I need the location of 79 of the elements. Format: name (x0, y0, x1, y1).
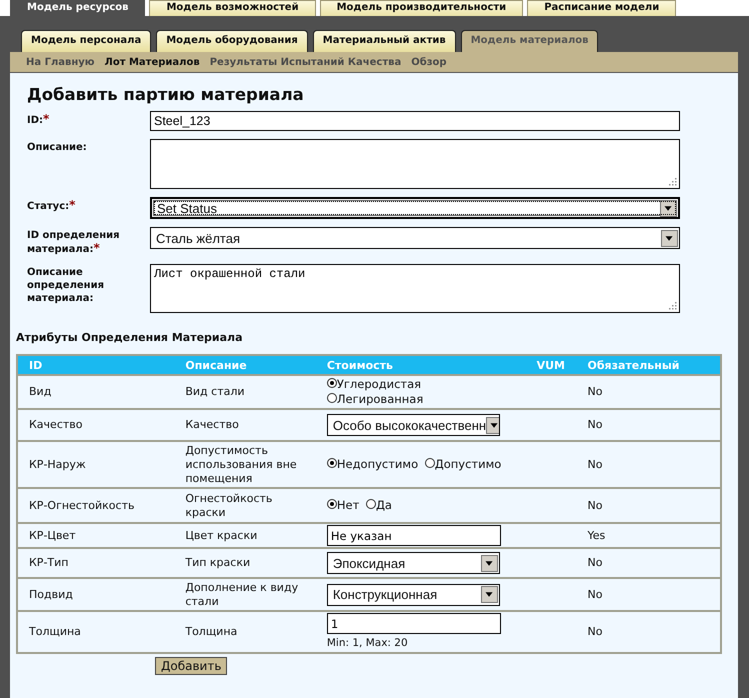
add-button[interactable]: Добавить (155, 657, 228, 675)
radio-label: Допустимо (434, 457, 502, 471)
table-cell: КР-Тип (17, 548, 174, 578)
nav-link[interactable]: Обзор (411, 56, 447, 68)
radio-label: Углеродистая (336, 377, 422, 391)
field-label: ID:* (27, 111, 50, 128)
caret-icon (661, 230, 678, 246)
table-cell: Допустимость использования вне помещения (174, 441, 316, 488)
radio-button[interactable] (424, 458, 435, 468)
page-title: Добавить партию материала (27, 85, 305, 104)
tab[interactable]: Расписание модели (527, 0, 676, 16)
radio-button[interactable] (326, 393, 337, 403)
table-cell: Подвид (17, 578, 174, 611)
dropdown[interactable]: Эпоксидная (326, 552, 500, 574)
dropdown[interactable]: Сталь жёлтая (150, 227, 680, 249)
column-header: VUM (526, 355, 576, 375)
table-cell: Качество (17, 409, 174, 441)
radio-label: Недопустимо (336, 457, 418, 471)
tab[interactable]: Модель производительности (320, 0, 524, 16)
column-header: Стоимость (316, 355, 526, 375)
input-field[interactable]: Steel_123 (150, 111, 680, 131)
table-cell: No (576, 578, 721, 611)
field-label: ID определения материала:* (27, 229, 121, 256)
tab[interactable]: Материальный актив (312, 30, 456, 52)
hint-text: Min: 1, Max: 20 (326, 636, 409, 651)
caret-icon (480, 586, 498, 603)
resize-grip-icon (668, 301, 677, 310)
table-cell: Огнестойкость краски (174, 488, 316, 523)
radio-button[interactable] (326, 378, 337, 388)
table-cell: No (576, 409, 721, 441)
field-label: Описание: (27, 141, 88, 155)
table-cell: КР-Наруж (17, 441, 174, 488)
table-cell: No (576, 548, 721, 578)
column-header: ID (17, 355, 174, 375)
caret-icon (660, 200, 677, 216)
table-cell: Вид (17, 375, 174, 409)
table-cell: Тип краски (174, 548, 316, 578)
dropdown[interactable]: Особо высококачественн (326, 414, 500, 436)
table-cell: Цвет краски (174, 523, 316, 548)
nav-link[interactable]: Результаты Испытаний Качества (210, 56, 402, 68)
table-cell: No (576, 488, 721, 523)
table-cell: No (576, 611, 721, 653)
table-cell: Yes (576, 523, 721, 548)
radio-button[interactable] (326, 458, 337, 468)
radio-button[interactable] (326, 499, 337, 509)
radio-label: Легированная (336, 392, 424, 406)
tab[interactable]: Модель ресурсов (10, 0, 146, 16)
section-title: Атрибуты Определения Материала (16, 331, 244, 344)
table-cell: Толщина (17, 611, 174, 653)
nav-link[interactable]: Лот Материалов (104, 56, 200, 68)
table-cell: Качество (174, 409, 316, 441)
tab[interactable]: Модель персонала (21, 30, 152, 52)
dropdown[interactable]: Set Status (150, 197, 680, 219)
text-area[interactable]: Лист окрашенной стали (150, 264, 680, 313)
tab[interactable]: Модель материалов (460, 30, 598, 52)
nav-link[interactable]: На Главную (26, 56, 95, 68)
tab[interactable]: Модель возможностей (149, 0, 316, 16)
table-cell: No (576, 375, 721, 409)
tab[interactable]: Модель оборудования (156, 30, 308, 52)
dropdown[interactable]: Конструкционная (326, 584, 500, 606)
input-field[interactable]: 1 (326, 613, 501, 634)
caret-icon (486, 416, 499, 434)
table-cell: Толщина (174, 611, 316, 653)
text-area[interactable] (150, 139, 680, 189)
table-cell: КР-Цвет (17, 523, 174, 548)
field-label: Статус:* (27, 197, 76, 214)
input-field[interactable]: Не указан (326, 525, 501, 546)
table-cell: Вид стали (174, 375, 316, 409)
column-header: Обязательный (576, 355, 721, 375)
resize-grip-icon (668, 177, 677, 186)
table-cell: КР-Огнестойкость (17, 488, 174, 523)
column-header: Описание (174, 355, 316, 375)
caret-icon (480, 554, 498, 572)
radio-label: Нет (336, 498, 360, 512)
radio-button[interactable] (366, 499, 376, 509)
field-label: Описание определения материала: (27, 266, 106, 306)
table-cell: Дополнение к виду стали (174, 578, 316, 611)
table-cell: No (576, 441, 721, 488)
radio-label: Да (376, 498, 392, 512)
